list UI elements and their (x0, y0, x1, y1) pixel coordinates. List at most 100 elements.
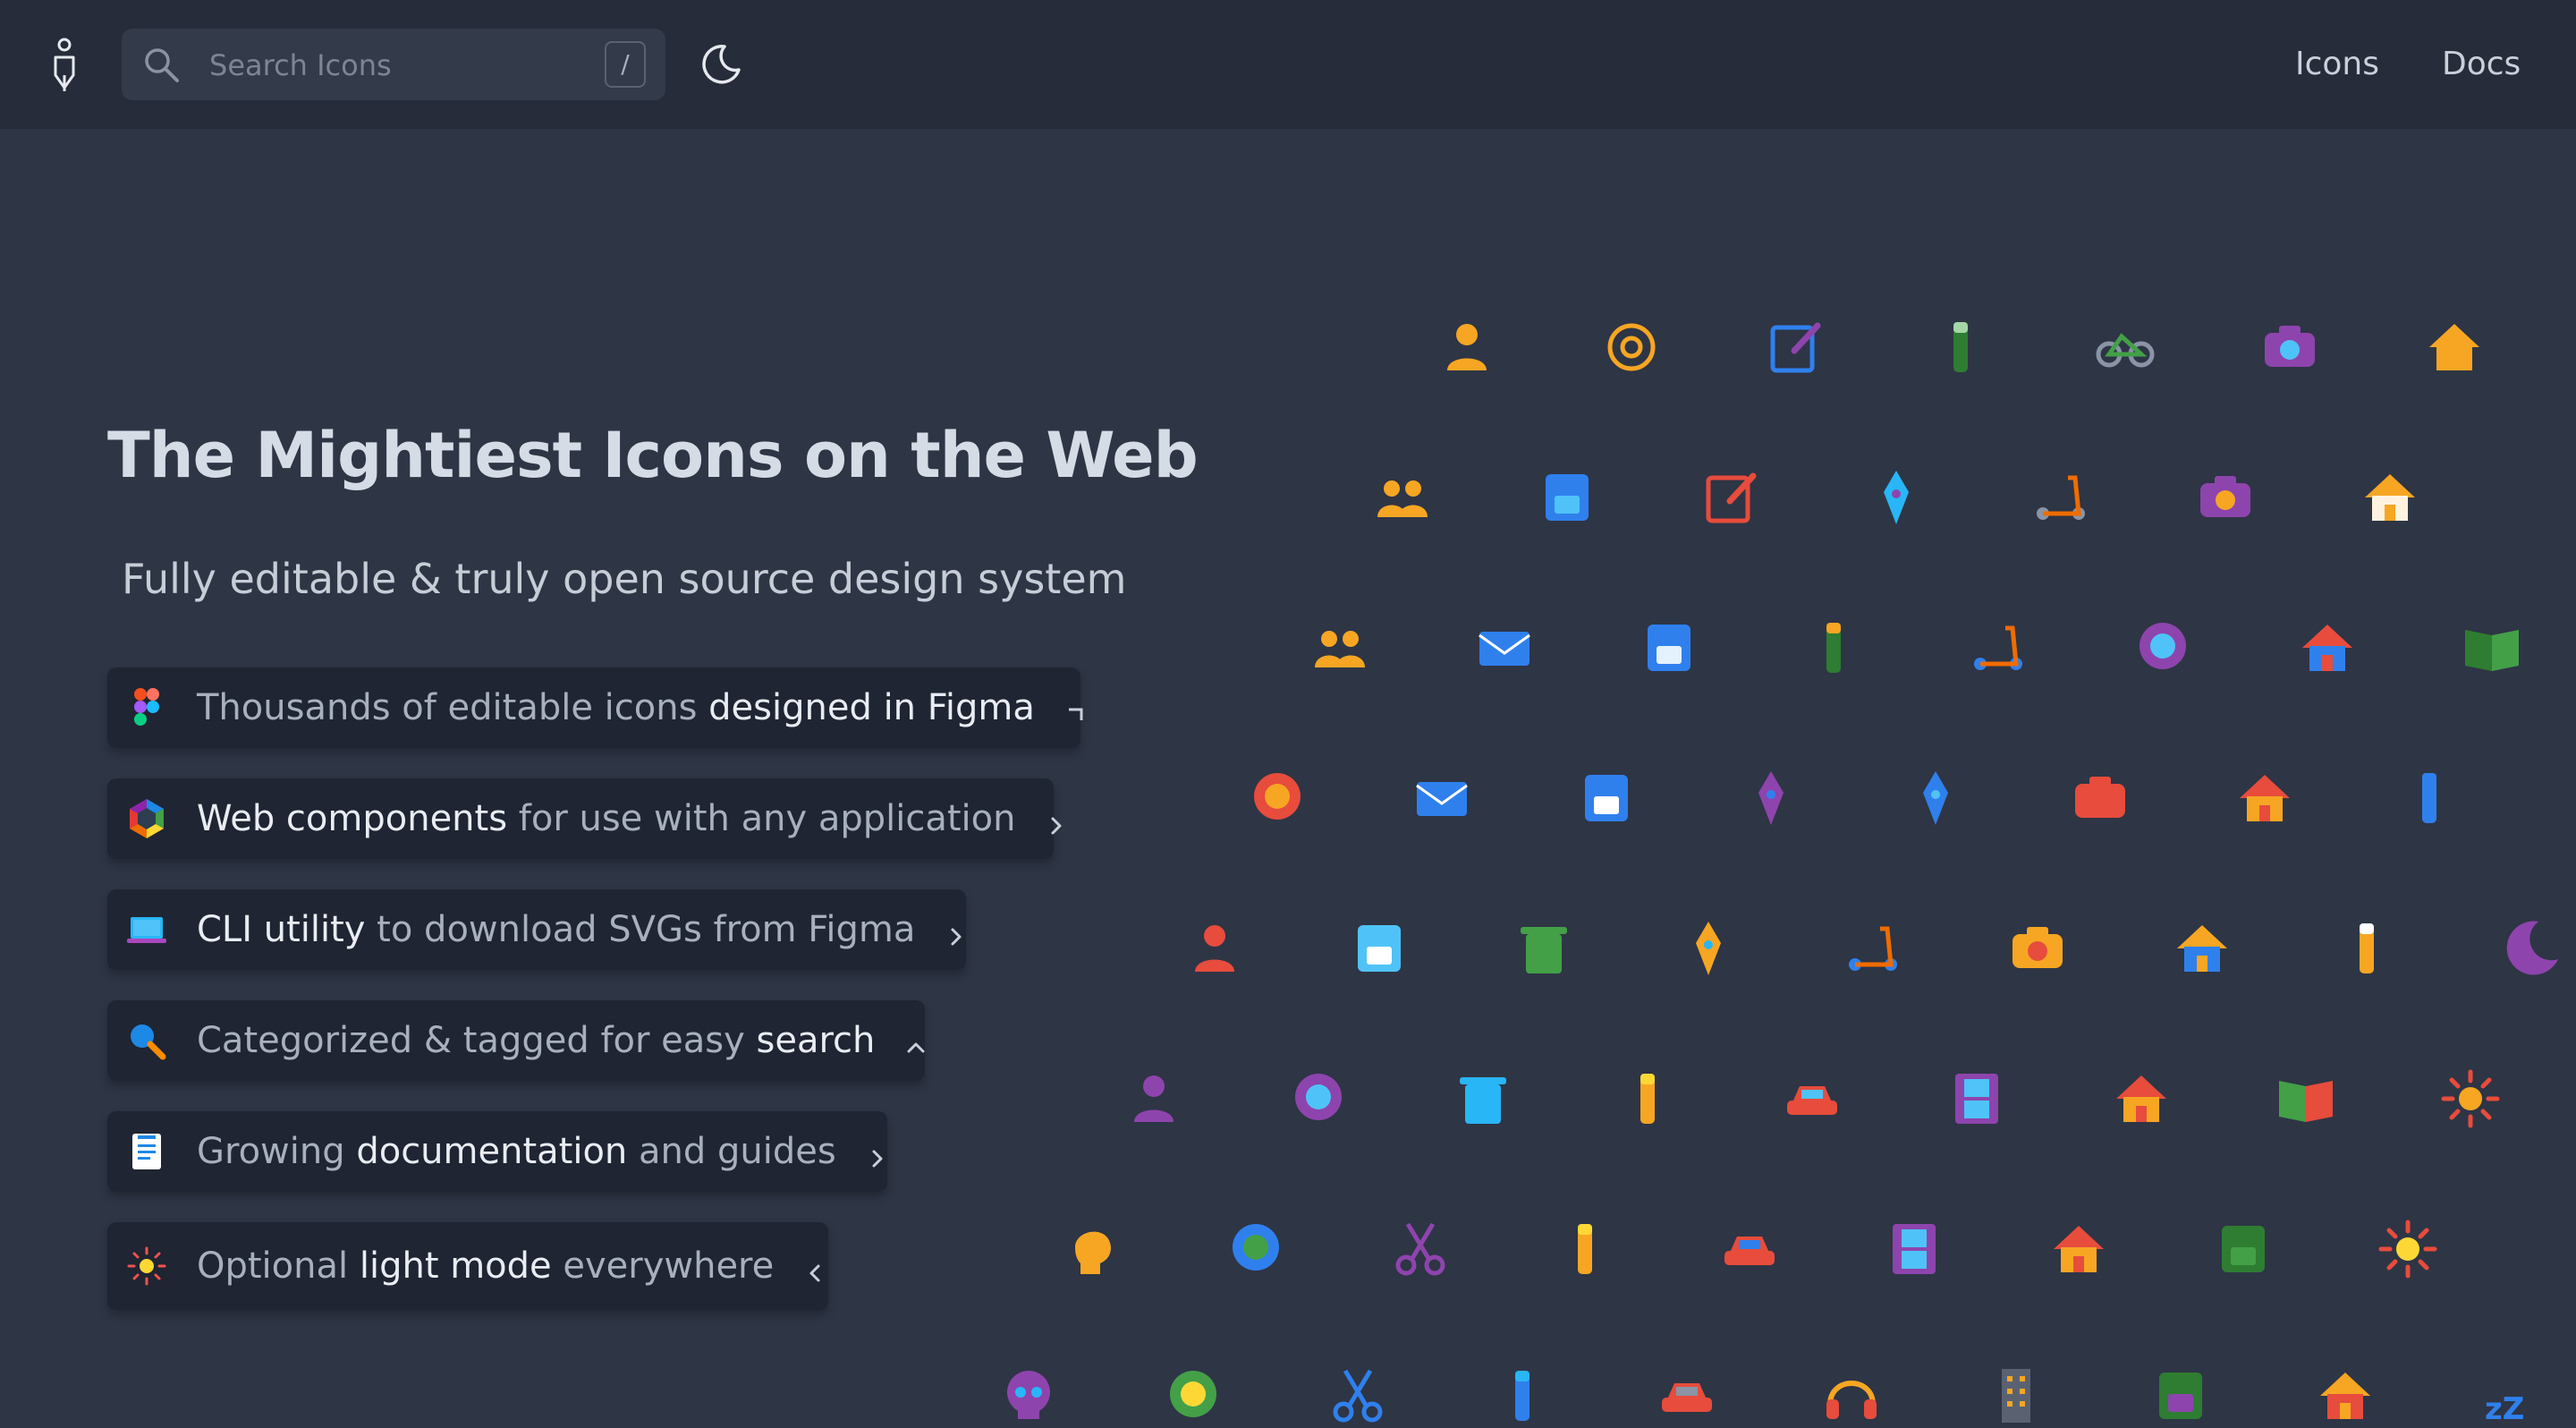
feature-figma[interactable]: Thousands of editable icons designed in … (107, 667, 1083, 748)
bin-icon[interactable] (1512, 916, 1576, 981)
sleep-icon[interactable]: zZ (2478, 1364, 2542, 1428)
feature-cli[interactable]: CLI utility to download SVGs from Figma (107, 889, 966, 970)
web-components-icon (125, 797, 168, 840)
top-bar: / Icons Docs (0, 0, 2576, 129)
marker-icon[interactable] (1928, 315, 1993, 379)
search-icon (141, 45, 182, 86)
film-strip-icon[interactable] (1882, 1217, 1946, 1281)
eraser-icon[interactable] (1655, 1364, 1719, 1428)
moon-icon[interactable] (698, 41, 744, 88)
house-flood-icon[interactable] (2170, 916, 2234, 981)
search-shortcut-key: / (605, 41, 646, 88)
electric-scooter-icon[interactable] (1966, 616, 2030, 680)
sun-icon[interactable] (2376, 1217, 2440, 1281)
sunrise-icon[interactable] (2313, 1364, 2377, 1428)
books-icon[interactable] (2274, 1067, 2338, 1131)
video-camera-icon[interactable] (2068, 766, 2132, 830)
house-icon[interactable] (2358, 465, 2422, 530)
sun-burst-icon[interactable] (2438, 1067, 2503, 1131)
camera-icon[interactable] (2258, 315, 2322, 379)
figma-icon (125, 686, 168, 729)
feature-text: Thousands of editable icons designed in … (197, 687, 1035, 728)
feature-text: CLI utility to download SVGs from Figma (197, 909, 916, 950)
feature-search[interactable]: Categorized & tagged for easy search (107, 1000, 925, 1081)
headphones-icon[interactable] (1819, 1364, 1884, 1428)
corner-icon (1063, 695, 1089, 720)
svg-text:zZ: zZ (2485, 1391, 2524, 1427)
moon-crescent-icon[interactable] (2499, 916, 2563, 981)
user-hood-icon[interactable] (1122, 1067, 1186, 1131)
document-icon (125, 1130, 168, 1173)
user-circle-icon[interactable] (1245, 766, 1309, 830)
book-icon[interactable] (2211, 1217, 2275, 1281)
floppy-disk-icon[interactable] (1637, 616, 1701, 680)
film-icon[interactable] (1945, 1067, 2009, 1131)
garage-icon[interactable] (2109, 1067, 2174, 1131)
chevron-right-icon (865, 1139, 890, 1168)
feature-web-components[interactable]: Web components for use with any applicat… (107, 778, 1062, 859)
video-recorder-icon[interactable] (2005, 916, 2070, 981)
chevron-right-icon (1044, 806, 1069, 835)
page-title: The Mightiest Icons on the Web (107, 419, 1199, 492)
at-sign-icon[interactable] (1599, 315, 1664, 379)
search-input[interactable] (208, 41, 587, 89)
edit-icon[interactable] (1764, 315, 1828, 379)
chevron-left-icon (802, 1254, 827, 1282)
building-icon[interactable] (1984, 1364, 2048, 1428)
nav-docs-link[interactable]: Docs (2442, 41, 2521, 88)
scissors-alt-icon[interactable] (1326, 1364, 1390, 1428)
feature-text: Web components for use with any applicat… (197, 798, 1016, 839)
chat-circle-icon[interactable] (1286, 1067, 1351, 1131)
paint-brush-icon[interactable] (1676, 916, 1741, 981)
pen-nib-icon[interactable] (1864, 465, 1928, 530)
house-fire-icon[interactable] (2233, 766, 2297, 830)
vape-icon[interactable] (1903, 766, 1968, 830)
search-box[interactable]: / (122, 29, 665, 100)
edit-box-icon[interactable] (1699, 465, 1764, 530)
feature-docs[interactable]: Growing documentation and guides (107, 1111, 887, 1192)
trash-icon[interactable] (1451, 1067, 1515, 1131)
pencil-thin-icon[interactable] (2397, 766, 2462, 830)
book-open-icon[interactable] (2460, 616, 2524, 680)
home-icon[interactable] (2422, 315, 2487, 379)
message-icon[interactable] (1161, 1364, 1225, 1428)
feature-text: Growing documentation and guides (197, 1131, 836, 1172)
user-chat-icon[interactable] (1182, 916, 1247, 981)
mail-open-icon[interactable] (1410, 766, 1474, 830)
feature-light-mode[interactable]: Optional light mode everywhere (107, 1222, 828, 1310)
id-card-icon[interactable] (1535, 465, 1599, 530)
users-icon[interactable] (1370, 465, 1435, 530)
save-icon[interactable] (1574, 766, 1639, 830)
car-wash-icon[interactable] (1717, 1217, 1782, 1281)
nav-icons-link[interactable]: Icons (2295, 41, 2379, 88)
user-group-icon[interactable] (1308, 616, 1372, 680)
head-icon[interactable] (1059, 1217, 1123, 1281)
bicycle-icon[interactable] (2093, 315, 2157, 379)
pen-icon[interactable] (1490, 1364, 1555, 1428)
brush-icon[interactable] (1801, 616, 1866, 680)
pencil-icon[interactable] (1615, 1067, 1680, 1131)
scooter-icon[interactable] (2029, 465, 2093, 530)
chat-bubble-icon[interactable] (1224, 1217, 1288, 1281)
pen-nib-logo-icon[interactable] (48, 38, 80, 93)
laptop-icon (125, 908, 168, 951)
camera-lens-icon[interactable] (2131, 616, 2195, 680)
feature-text: Categorized & tagged for easy search (197, 1020, 876, 1061)
motor-scooter-icon[interactable] (1841, 916, 1905, 981)
book-globe-icon[interactable] (2148, 1364, 2213, 1428)
scissors-icon[interactable] (1388, 1217, 1453, 1281)
mail-icon[interactable] (1472, 616, 1537, 680)
skull-icon[interactable] (996, 1364, 1061, 1428)
camera-flash-icon[interactable] (2193, 465, 2258, 530)
barn-icon[interactable] (2046, 1217, 2111, 1281)
chevron-up-icon (903, 1028, 928, 1053)
car-icon[interactable] (1780, 1067, 1844, 1131)
crayon-icon[interactable] (1553, 1217, 1617, 1281)
chevron-right-icon (944, 917, 969, 946)
signature-icon[interactable] (1739, 766, 1803, 830)
user-icon[interactable] (1435, 315, 1499, 379)
magnifier-icon (125, 1019, 168, 1062)
clipboard-icon[interactable] (1347, 916, 1411, 981)
house-drop-icon[interactable] (2295, 616, 2360, 680)
ruler-icon[interactable] (2334, 916, 2399, 981)
